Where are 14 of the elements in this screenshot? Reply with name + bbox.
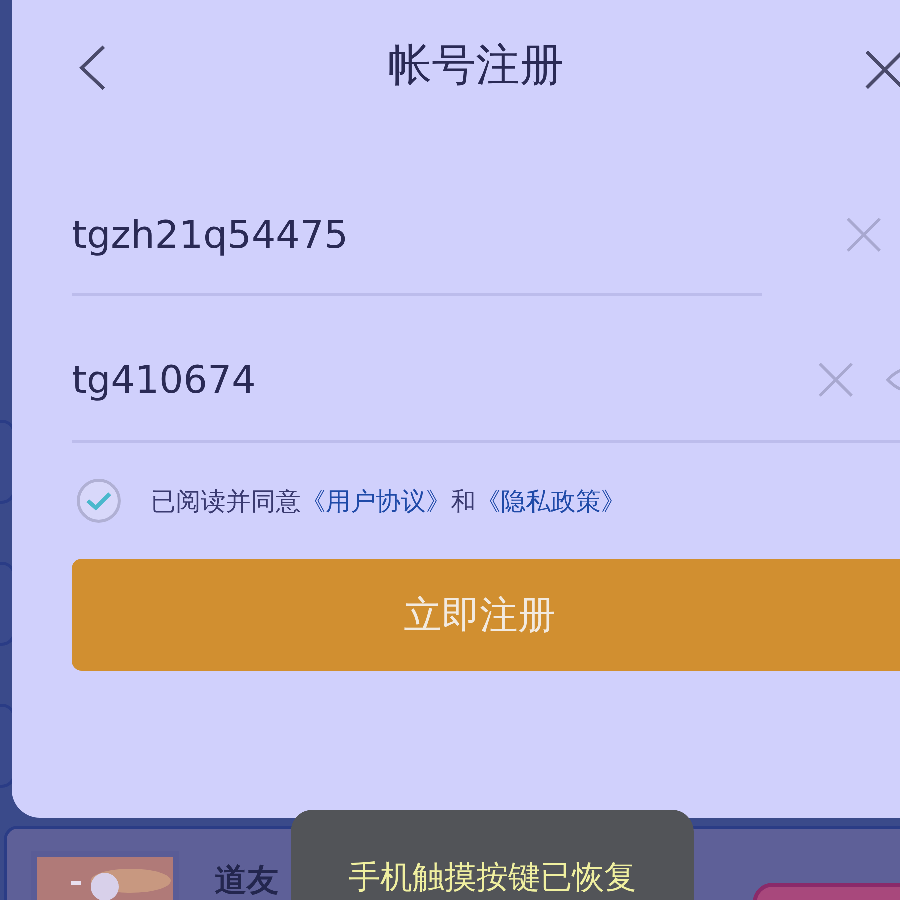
check-icon: [85, 491, 113, 511]
close-icon[interactable]: [865, 50, 900, 90]
card-title: 道友: [215, 861, 279, 899]
agreement-text: 已阅读并同意《用户协议》和《隐私政策》: [151, 486, 626, 518]
clear-icon[interactable]: [846, 216, 882, 252]
link[interactable]: 《隐私政策》: [476, 486, 626, 516]
input-field[interactable]: tgzh21q54475: [72, 152, 762, 296]
dialog-title: 帐号注册: [388, 39, 564, 93]
input-field[interactable]: tg410674: [72, 296, 900, 443]
clear-icon[interactable]: [818, 362, 854, 398]
checkbox[interactable]: [77, 479, 121, 523]
toast-message: 手机触摸按键已恢复: [348, 857, 636, 896]
link[interactable]: 《用户协议》: [301, 486, 451, 516]
back-icon[interactable]: [78, 45, 108, 91]
